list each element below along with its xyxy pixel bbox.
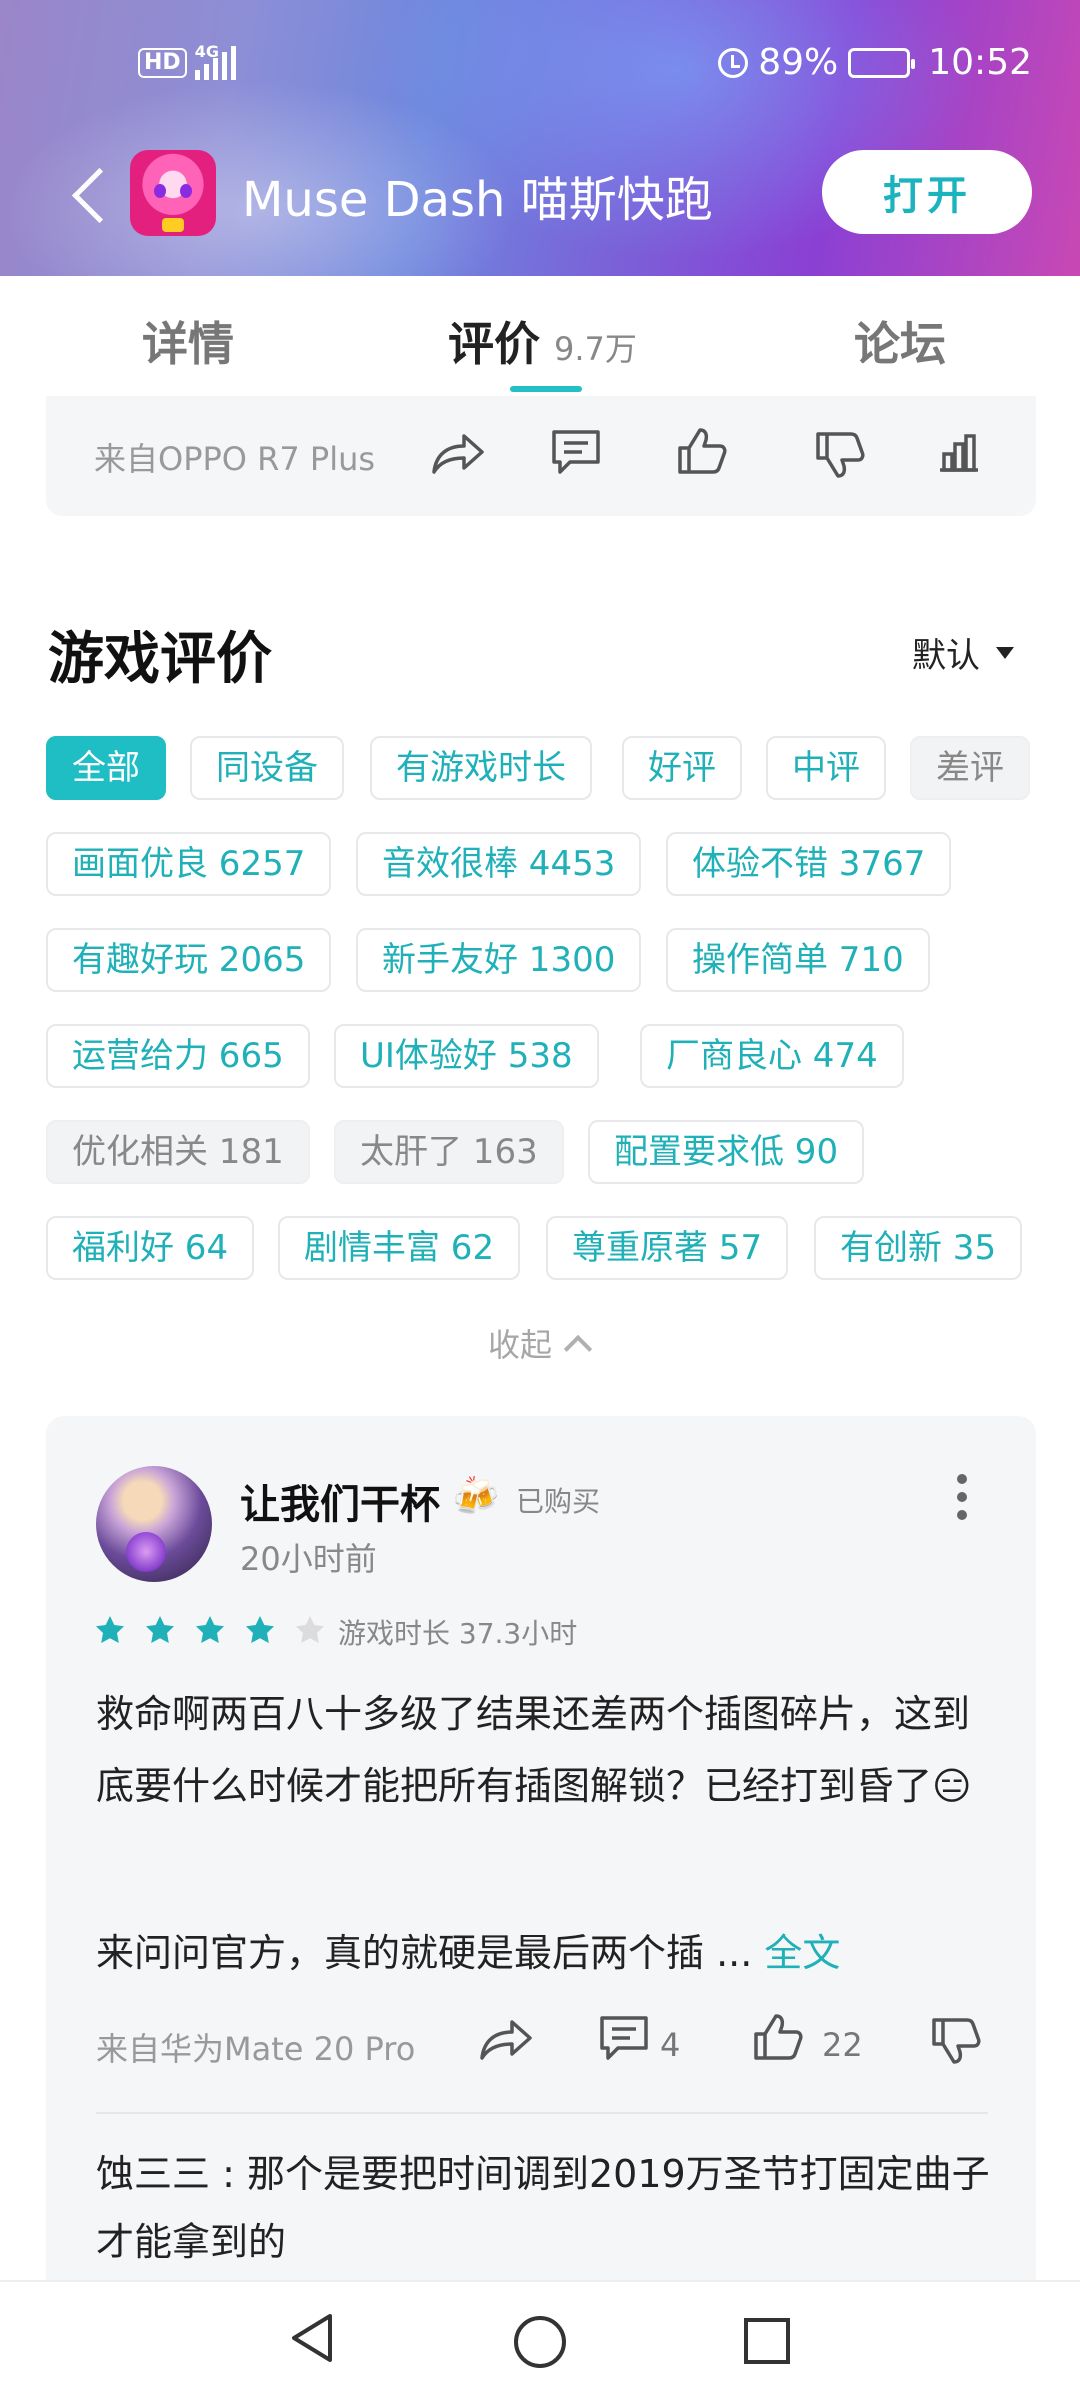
star-icon (196, 1616, 224, 1643)
tab-forum-label: 论坛 (854, 317, 946, 371)
stats-icon[interactable] (936, 432, 982, 474)
tag-chip[interactable]: 有创新 35 (814, 1216, 1023, 1280)
reviewer-name[interactable]: 让我们干杯 (240, 1472, 440, 1530)
clock: 10:52 (928, 42, 1032, 83)
previous-review-card: 来自OPPO R7 Plus (46, 396, 1036, 516)
filter-has-playtime[interactable]: 有游戏时长 (370, 736, 592, 800)
purchased-badge: 已购买 (516, 1485, 601, 1518)
nav-home-icon[interactable] (514, 2316, 566, 2368)
avatar[interactable] (96, 1466, 212, 1582)
back-arrow-icon[interactable] (66, 168, 110, 224)
tab-details-label: 详情 (142, 317, 234, 371)
tag-chip[interactable]: 尊重原著 57 (546, 1216, 789, 1280)
hd-indicator: HD (138, 48, 187, 78)
collapse-tags-button[interactable]: 收起 (488, 1320, 593, 1366)
app-bar: Muse Dash 喵斯快跑 打开 (0, 140, 1080, 250)
active-tab-indicator (510, 386, 582, 392)
app-title: Muse Dash 喵斯快跑 (242, 172, 713, 228)
nav-back-icon[interactable] (288, 2312, 336, 2364)
tag-chip[interactable]: 运营给力 665 (46, 1024, 310, 1088)
tag-chip[interactable]: 音效很棒 4453 (356, 832, 642, 896)
filter-same-device[interactable]: 同设备 (190, 736, 344, 800)
system-nav-bar (0, 2280, 1080, 2400)
review-text-more: 来问问官方，真的就硬是最后两个插 ... 全文 (96, 1918, 996, 1988)
status-bar: HD 4G 89% 10:52 (0, 0, 1080, 130)
signal-icon: 4G (194, 42, 236, 80)
share-icon[interactable] (430, 432, 486, 476)
star-icon (246, 1616, 274, 1643)
tag-chip[interactable]: 新手友好 1300 (356, 928, 642, 992)
sort-label: 默认 (912, 636, 980, 676)
tag-chip[interactable]: 配置要求低 90 (588, 1120, 865, 1184)
review-time: 20小时前 (240, 1540, 377, 1578)
tag-chip[interactable]: 操作简单 710 (666, 928, 930, 992)
reply-text[interactable]: 蚀三三 : 那个是要把时间调到2019万圣节打固定曲子才能拿到的 (96, 2140, 996, 2276)
battery-icon (848, 47, 916, 78)
tag-chip[interactable]: 厂商良心 474 (640, 1024, 904, 1088)
tag-chip[interactable]: 福利好 64 (46, 1216, 255, 1280)
rating-stars (94, 1614, 326, 1646)
dropdown-arrow-icon (996, 646, 1014, 659)
dislike-icon[interactable] (930, 2016, 982, 2066)
like-icon[interactable] (752, 2012, 804, 2062)
review-text-excerpt: 来问问官方，真的就硬是最后两个插 ... (96, 1931, 753, 1975)
nav-recent-apps-icon[interactable] (744, 2318, 790, 2364)
tag-chip[interactable]: UI体验好 538 (334, 1024, 599, 1088)
star-icon (146, 1616, 174, 1643)
more-options-icon[interactable] (956, 1474, 968, 1522)
open-app-button[interactable]: 打开 (822, 150, 1032, 234)
review-card: 让我们干杯 🍻 已购买 20小时前 游戏时长 37.3小时 救命啊两百八十多级了… (46, 1416, 1036, 2316)
tag-chip[interactable]: 有趣好玩 2065 (46, 928, 332, 992)
chevron-up-icon (563, 1334, 593, 1364)
filter-negative[interactable]: 差评 (910, 736, 1030, 800)
tag-chip[interactable]: 体验不错 3767 (666, 832, 952, 896)
comment-icon[interactable] (598, 2014, 650, 2062)
like-icon[interactable] (676, 426, 728, 476)
app-logo (130, 150, 216, 236)
like-count: 22 (822, 2026, 863, 2064)
device-source: 来自OPPO R7 Plus (94, 440, 376, 478)
star-empty-icon (296, 1616, 324, 1643)
tab-reviews-label: 评价 (448, 317, 540, 371)
comment-count: 4 (660, 2026, 681, 2064)
full-text-link[interactable]: 全文 (764, 1931, 840, 1975)
tab-reviews[interactable]: 评价 9.7万 (448, 308, 637, 374)
tab-details[interactable]: 详情 (142, 308, 234, 374)
device-source: 来自华为Mate 20 Pro (96, 2030, 416, 2068)
collapse-label: 收起 (488, 1326, 553, 1364)
playtime: 游戏时长 37.3小时 (338, 1617, 578, 1650)
network-type: 4G (194, 42, 219, 61)
comment-icon[interactable] (550, 428, 602, 476)
share-icon[interactable] (478, 2018, 534, 2062)
alarm-icon (718, 47, 749, 78)
tag-chip[interactable]: 剧情丰富 62 (278, 1216, 521, 1280)
tag-chip[interactable]: 太肝了 163 (334, 1120, 564, 1184)
battery-percent: 89% (758, 42, 839, 83)
divider (96, 2112, 988, 2114)
filter-all[interactable]: 全部 (46, 736, 166, 800)
dislike-icon[interactable] (814, 430, 866, 480)
user-badge-icon: 🍻 (452, 1474, 500, 1518)
filter-positive[interactable]: 好评 (622, 736, 742, 800)
tab-bar: 详情 评价 9.7万 论坛 (0, 276, 1080, 396)
review-text: 救命啊两百八十多级了结果还差两个插图碎片，这到底要什么时候才能把所有插图解锁？已… (96, 1692, 972, 1808)
app-header: HD 4G 89% 10:52 Muse Dash 喵斯快跑 打开 (0, 0, 1080, 276)
tag-chip[interactable]: 优化相关 181 (46, 1120, 310, 1184)
tab-forum[interactable]: 论坛 (854, 308, 946, 374)
star-icon (96, 1616, 124, 1643)
section-title: 游戏评价 (48, 627, 272, 692)
tag-chip[interactable]: 画面优良 6257 (46, 832, 332, 896)
sort-dropdown[interactable]: 默认 (912, 628, 1014, 677)
filter-neutral[interactable]: 中评 (766, 736, 886, 800)
review-count: 9.7万 (554, 330, 637, 368)
